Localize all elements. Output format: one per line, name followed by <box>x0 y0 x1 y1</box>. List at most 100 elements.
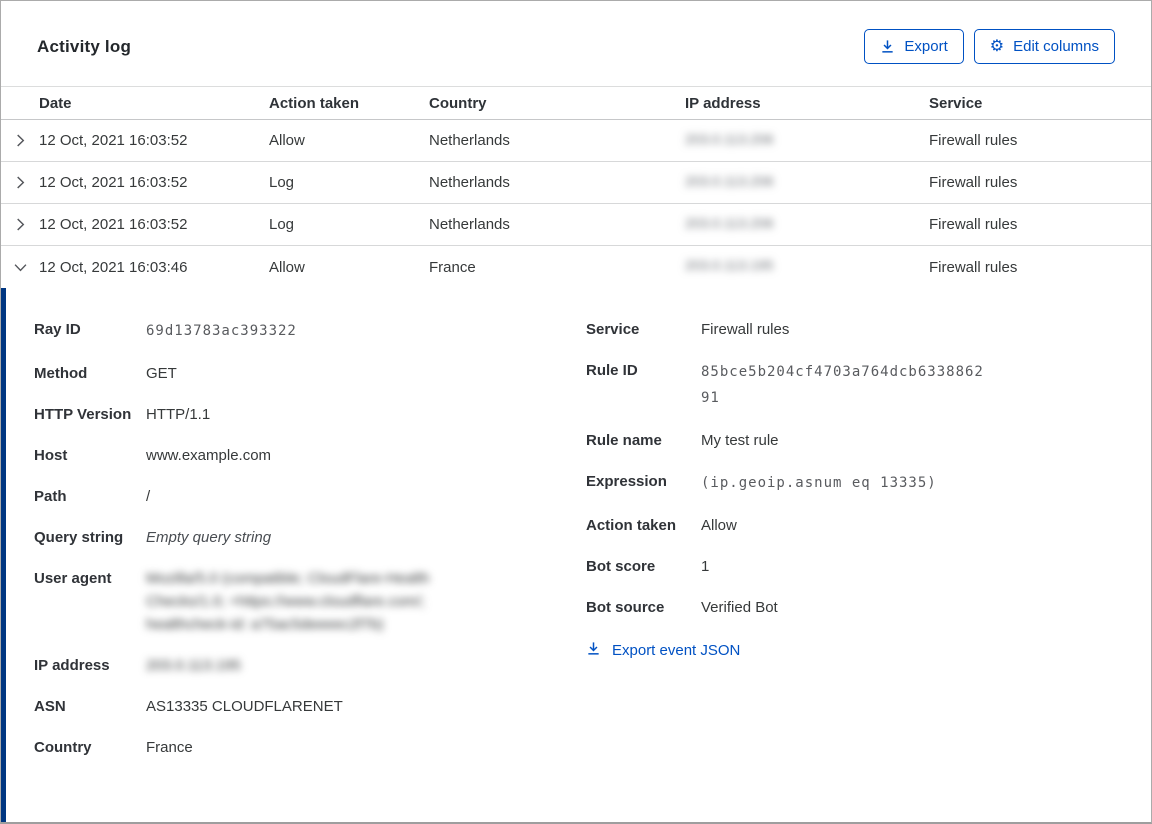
detail-field: Rule ID 85bce5b204cf4703a764dcb633886291 <box>586 359 1111 411</box>
detail-field-label: Service <box>586 321 640 338</box>
detail-field-value: www.example.com <box>146 447 272 464</box>
expand-chevron-icon[interactable] <box>1 260 39 275</box>
cell-service: Firewall rules <box>929 258 1018 276</box>
column-header-country: Country <box>429 94 487 112</box>
edit-columns-button[interactable]: ⚙ Edit columns <box>973 29 1115 64</box>
detail-field-label: Rule ID <box>586 362 638 379</box>
detail-field: Bot score 1 <box>586 555 1111 578</box>
table-header: Date Action taken Country IP address Ser… <box>1 86 1151 120</box>
cell-date: 12 Oct, 2021 16:03:46 <box>39 258 188 276</box>
detail-field: IP address 203.0.113.195 <box>34 654 586 677</box>
detail-field: Bot source Verified Bot <box>586 596 1111 619</box>
detail-field-label: Country <box>34 739 92 756</box>
detail-field: Ray ID 69d13783ac393322 <box>34 318 586 344</box>
details-left-column: Ray ID 69d13783ac393322 Method GET HTTP … <box>34 318 586 822</box>
detail-field: Country France <box>34 736 586 759</box>
expand-chevron-icon[interactable] <box>1 133 39 148</box>
event-details-panel: Ray ID 69d13783ac393322 Method GET HTTP … <box>1 288 1151 822</box>
export-event-json-link[interactable]: Export event JSON <box>586 641 740 660</box>
cell-country: Netherlands <box>429 216 510 233</box>
detail-field-label: Host <box>34 447 68 464</box>
cell-ip-address: 203.0.113.206 <box>685 173 929 193</box>
detail-field: HTTP Version HTTP/1.1 <box>34 403 586 426</box>
export-button[interactable]: Export <box>864 29 964 64</box>
cell-ip-address: 203.0.113.206 <box>685 131 929 151</box>
export-event-json-label: Export event JSON <box>612 642 741 659</box>
cell-action-taken: Log <box>269 174 295 191</box>
detail-field-value: Mozilla/5.0 (compatible; CloudFlare-Heal… <box>146 570 430 633</box>
table-row[interactable]: 12 Oct, 2021 16:03:52 Allow Netherlands … <box>1 120 1151 162</box>
cell-ip-address: 203.0.113.206 <box>685 215 929 235</box>
detail-field-value: My test rule <box>701 432 779 449</box>
detail-field-label: Bot source <box>586 599 665 616</box>
cell-action-taken: Log <box>269 216 295 233</box>
cell-service: Firewall rules <box>929 216 1018 233</box>
cell-service: Firewall rules <box>929 132 1018 149</box>
detail-field-label: Ray ID <box>34 321 81 338</box>
detail-field: Service Firewall rules <box>586 318 1111 341</box>
detail-field: ASN AS13335 CLOUDFLARENET <box>34 695 586 718</box>
detail-field: Method GET <box>34 362 586 385</box>
detail-field-label: Rule name <box>586 432 662 449</box>
detail-field-value: 203.0.113.195 <box>146 657 241 674</box>
gear-icon: ⚙ <box>989 37 1005 55</box>
detail-field-value: (ip.geoip.asnum eq 13335) <box>701 475 937 491</box>
cell-date: 12 Oct, 2021 16:03:52 <box>39 174 188 191</box>
column-header-service: Service <box>929 94 983 112</box>
detail-field-label: Query string <box>34 529 124 546</box>
cell-country: Netherlands <box>429 132 510 149</box>
export-button-label: Export <box>904 38 948 55</box>
detail-field: Action taken Allow <box>586 514 1111 537</box>
cell-country: Netherlands <box>429 174 510 191</box>
column-header-ip-address: IP address <box>685 94 761 112</box>
table-row[interactable]: 12 Oct, 2021 16:03:52 Log Netherlands 20… <box>1 162 1151 204</box>
detail-field: User agent Mozilla/5.0 (compatible; Clou… <box>34 567 586 636</box>
cell-date: 12 Oct, 2021 16:03:52 <box>39 216 188 233</box>
detail-field-label: Action taken <box>586 517 677 534</box>
detail-field: Expression (ip.geoip.asnum eq 13335) <box>586 470 1111 496</box>
detail-field-value: / <box>146 488 151 505</box>
detail-field-label: Bot score <box>586 558 656 575</box>
redacted-ip: 203.0.113.206 <box>685 172 774 189</box>
page-title: Activity log <box>37 36 132 56</box>
detail-field-value: HTTP/1.1 <box>146 406 211 423</box>
detail-field-value: AS13335 CLOUDFLARENET <box>146 698 343 715</box>
detail-field-label: Expression <box>586 473 667 490</box>
detail-field: Host www.example.com <box>34 444 586 467</box>
detail-field-value: 85bce5b204cf4703a764dcb633886291 <box>701 364 984 406</box>
detail-field-value: 69d13783ac393322 <box>146 323 297 339</box>
edit-columns-button-label: Edit columns <box>1013 38 1099 55</box>
detail-field: Path / <box>34 485 586 508</box>
activity-log-page: Activity log Export ⚙ Edit columns Date … <box>1 1 1151 822</box>
redacted-ip: 203.0.113.195 <box>685 257 774 273</box>
detail-field: Query string Empty query string <box>34 526 586 549</box>
table-row[interactable]: 12 Oct, 2021 16:03:52 Log Netherlands 20… <box>1 204 1151 246</box>
cell-ip-address: 203.0.113.195 <box>685 257 929 277</box>
table-body: 12 Oct, 2021 16:03:52 Allow Netherlands … <box>1 120 1151 288</box>
cell-service: Firewall rules <box>929 174 1018 191</box>
header-actions: Export ⚙ Edit columns <box>864 29 1115 64</box>
cell-date: 12 Oct, 2021 16:03:52 <box>39 132 188 149</box>
detail-field-value: France <box>146 739 193 756</box>
column-header-date: Date <box>39 94 72 112</box>
detail-field-label: IP address <box>34 657 110 674</box>
details-right-column: Service Firewall rules Rule ID 85bce5b20… <box>586 318 1111 822</box>
table-row[interactable]: 12 Oct, 2021 16:03:46 Allow France 203.0… <box>1 246 1151 288</box>
cell-action-taken: Allow <box>269 258 305 276</box>
detail-field-value: Firewall rules <box>701 321 790 338</box>
detail-field: Rule name My test rule <box>586 429 1111 452</box>
detail-field-value: Empty query string <box>146 529 272 546</box>
detail-field-value: Allow <box>701 517 737 534</box>
detail-field-label: Method <box>34 365 88 382</box>
detail-field-label: Path <box>34 488 67 505</box>
expand-chevron-icon[interactable] <box>1 175 39 190</box>
redacted-ip: 203.0.113.206 <box>685 214 774 231</box>
detail-field-label: User agent <box>34 570 112 587</box>
detail-field-value: 1 <box>701 558 710 575</box>
detail-field-label: HTTP Version <box>34 406 132 423</box>
header: Activity log Export ⚙ Edit columns <box>1 1 1151 86</box>
expand-chevron-icon[interactable] <box>1 217 39 232</box>
column-header-action-taken: Action taken <box>269 94 360 112</box>
redacted-ip: 203.0.113.206 <box>685 130 774 147</box>
detail-field-value: GET <box>146 365 177 382</box>
